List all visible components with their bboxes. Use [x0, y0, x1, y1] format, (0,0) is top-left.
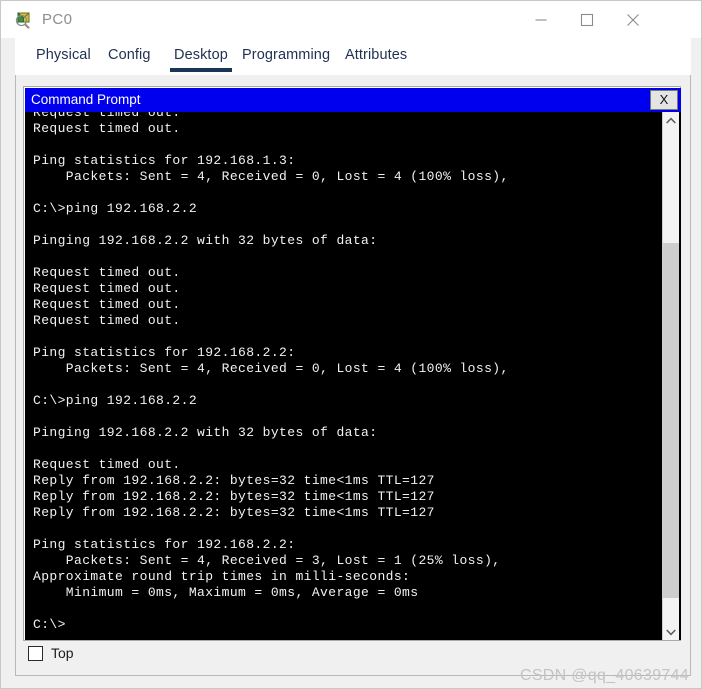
- terminal-line: Pinging 192.168.2.2 with 32 bytes of dat…: [33, 233, 378, 248]
- csdn-watermark: CSDN @qq_40639744: [519, 667, 689, 684]
- tab-programming[interactable]: Programming: [242, 38, 330, 75]
- terminal-line: C:\>: [33, 617, 66, 632]
- command-prompt-window: Command Prompt X Request timed out. Reque…: [23, 86, 681, 641]
- tab-physical[interactable]: Physical: [36, 38, 91, 75]
- terminal-line: Packets: Sent = 4, Received = 0, Lost = …: [33, 361, 509, 376]
- terminal-line: Request timed out.: [33, 121, 181, 136]
- terminal-line: Packets: Sent = 4, Received = 3, Lost = …: [33, 553, 501, 568]
- terminal-line: Request timed out.: [33, 281, 181, 296]
- terminal-line: Request timed out.: [33, 457, 181, 472]
- terminal-line: Reply from 192.168.2.2: bytes=32 time<1m…: [33, 489, 435, 504]
- scroll-down-button[interactable]: [663, 623, 679, 640]
- terminal-line: Ping statistics for 192.168.2.2:: [33, 537, 296, 552]
- terminal-line: C:\>ping 192.168.2.2: [33, 201, 198, 216]
- packet-tracer-pc-icon: [15, 10, 35, 30]
- scroll-up-button[interactable]: [663, 112, 679, 129]
- minimize-button[interactable]: [518, 1, 564, 38]
- tab-desktop[interactable]: Desktop: [170, 38, 232, 75]
- close-icon: [627, 13, 639, 26]
- window-title-bar: PC0: [1, 1, 701, 38]
- chevron-up-icon: [666, 117, 676, 124]
- terminal-line: Pinging 192.168.2.2 with 32 bytes of dat…: [33, 425, 378, 440]
- scrollbar-thumb[interactable]: [663, 242, 679, 599]
- terminal-line: Ping statistics for 192.168.2.2:: [33, 345, 296, 360]
- window-title: PC0: [42, 11, 73, 28]
- tab-config[interactable]: Config: [108, 38, 151, 75]
- terminal-line: Reply from 192.168.2.2: bytes=32 time<1m…: [33, 505, 435, 520]
- terminal-line: Reply from 192.168.2.2: bytes=32 time<1m…: [33, 473, 435, 488]
- terminal-line: Minimum = 0ms, Maximum = 0ms, Average = …: [33, 585, 419, 600]
- terminal-line: Request timed out.: [33, 112, 181, 120]
- terminal-vertical-scrollbar[interactable]: [662, 112, 679, 640]
- terminal-line: Request timed out.: [33, 313, 181, 328]
- terminal-output-area[interactable]: Request timed out. Request timed out. Pin…: [25, 112, 681, 640]
- terminal-line: Ping statistics for 192.168.1.3:: [33, 153, 296, 168]
- maximize-icon: [580, 13, 594, 26]
- device-tab-strip: Physical Config Desktop Programming Attr…: [1, 38, 701, 75]
- minimize-icon: [535, 18, 547, 21]
- command-prompt-close-button[interactable]: X: [650, 90, 678, 110]
- terminal-line: Request timed out.: [33, 265, 181, 280]
- top-checkbox-label: Top: [51, 645, 74, 661]
- terminal-line: Approximate round trip times in milli-se…: [33, 569, 411, 584]
- terminal-text: Request timed out. Request timed out. Pin…: [33, 112, 663, 633]
- pc0-device-window: PC0 Physical Config Desktop Programming …: [0, 0, 702, 689]
- maximize-button[interactable]: [564, 1, 610, 38]
- chevron-down-icon: [666, 628, 676, 635]
- terminal-line: Packets: Sent = 4, Received = 0, Lost = …: [33, 169, 509, 184]
- close-button[interactable]: [610, 1, 656, 38]
- terminal-line: Request timed out.: [33, 297, 181, 312]
- command-prompt-title-bar: Command Prompt X: [25, 88, 681, 112]
- command-prompt-title: Command Prompt: [31, 92, 141, 107]
- tab-attributes[interactable]: Attributes: [345, 38, 407, 75]
- top-checkbox[interactable]: [28, 646, 43, 661]
- terminal-line: C:\>ping 192.168.2.2: [33, 393, 198, 408]
- desktop-panel: Command Prompt X Request timed out. Reque…: [15, 75, 691, 676]
